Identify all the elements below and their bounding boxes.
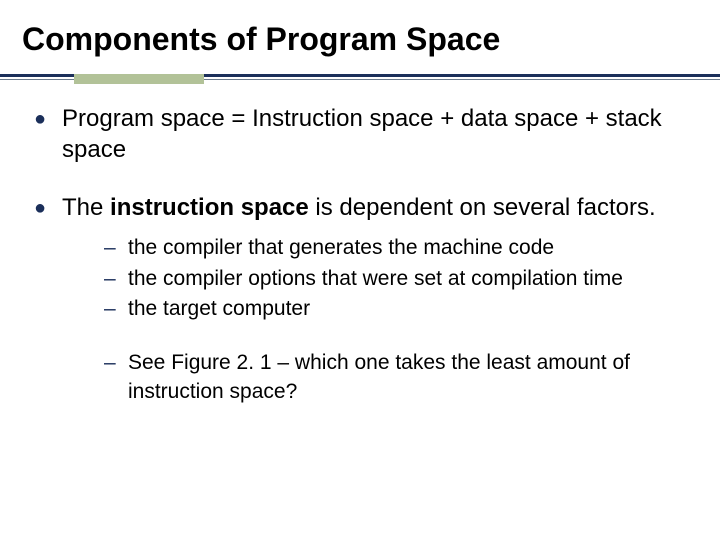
accent-box	[74, 74, 204, 84]
title-area: Components of Program Space	[0, 0, 720, 57]
sub-text: the target computer	[128, 295, 690, 323]
sub-item: – the compiler options that were set at …	[104, 265, 690, 293]
slide-title: Components of Program Space	[22, 22, 720, 57]
bullet-item: ● Program space = Instruction space + da…	[34, 104, 690, 165]
bullet-text: Program space = Instruction space + data…	[62, 104, 690, 165]
body: ● Program space = Instruction space + da…	[34, 104, 690, 408]
sub-item: – See Figure 2. 1 – which one takes the …	[104, 349, 690, 406]
bullet-item: ● The instruction space is dependent on …	[34, 193, 690, 224]
dash-icon: –	[104, 265, 128, 293]
sub-item: – the compiler that generates the machin…	[104, 234, 690, 262]
spacer	[104, 325, 690, 349]
dash-icon: –	[104, 234, 128, 262]
dash-icon: –	[104, 349, 128, 406]
bullet-icon: ●	[34, 193, 62, 224]
sub-text: See Figure 2. 1 – which one takes the le…	[128, 349, 690, 406]
dash-icon: –	[104, 295, 128, 323]
sub-list: – the compiler that generates the machin…	[104, 234, 690, 406]
title-rule	[0, 74, 720, 84]
sub-item: – the target computer	[104, 295, 690, 323]
slide: Components of Program Space ● Program sp…	[0, 0, 720, 540]
sub-text: the compiler that generates the machine …	[128, 234, 690, 262]
bullet-text: The instruction space is dependent on se…	[62, 193, 690, 224]
bullet-icon: ●	[34, 104, 62, 165]
sub-text: the compiler options that were set at co…	[128, 265, 690, 293]
